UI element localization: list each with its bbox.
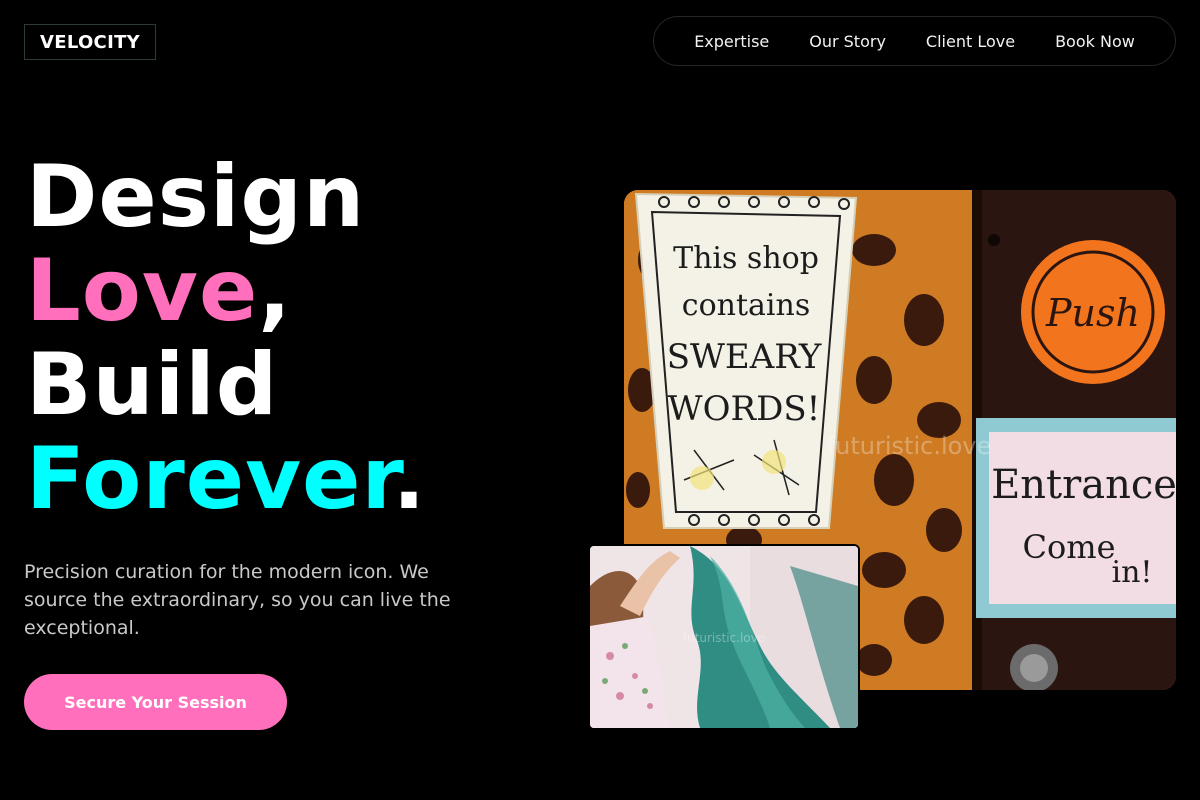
main-nav: Expertise Our Story Client Love Book Now <box>653 16 1176 66</box>
headline-forever: Forever <box>26 429 393 529</box>
headline-period: . <box>392 429 427 529</box>
headline-design: Design <box>26 147 366 247</box>
sign-right-line-2: Come <box>1022 528 1115 566</box>
headline-comma: , <box>258 241 292 341</box>
sign-right-line-1: Entrance <box>991 462 1176 508</box>
headline-forever-line: Forever. <box>26 432 426 526</box>
hero-subtext: Precision curation for the modern icon. … <box>24 561 451 639</box>
nav-link-expertise[interactable]: Expertise <box>694 32 769 51</box>
nav-link-our-story[interactable]: Our Story <box>809 32 886 51</box>
brand-logo-text: VELOCITY <box>40 31 140 53</box>
headline-build: Build <box>26 335 279 435</box>
inset-image-watermark: futuristic.love <box>683 631 765 645</box>
push-sticker-label: Push <box>1045 291 1140 335</box>
secure-session-button[interactable]: Secure Your Session <box>24 674 287 730</box>
sign-left-line-4: WORDS! <box>668 389 821 429</box>
main-image-watermark: futuristic.love <box>827 432 992 460</box>
hero-inset-image: futuristic.love <box>588 544 860 730</box>
nav-link-client-love[interactable]: Client Love <box>926 32 1015 51</box>
sign-left-line-2: contains <box>682 288 810 323</box>
sign-left-line-3: SWEARY <box>667 337 822 377</box>
headline-love-line: Love, <box>26 244 426 338</box>
landing-page: VELOCITY Expertise Our Story Client Love… <box>0 0 1200 800</box>
sign-left-line-1: This shop <box>673 241 819 276</box>
nav-link-book-now[interactable]: Book Now <box>1055 32 1135 51</box>
hero-headline: Design Love, Build Forever. <box>26 150 426 526</box>
headline-love: Love <box>26 241 259 341</box>
sign-right-line-3: in! <box>1112 555 1153 590</box>
brand-logo[interactable]: VELOCITY <box>24 24 156 60</box>
fabric-photo: futuristic.love <box>590 546 858 728</box>
